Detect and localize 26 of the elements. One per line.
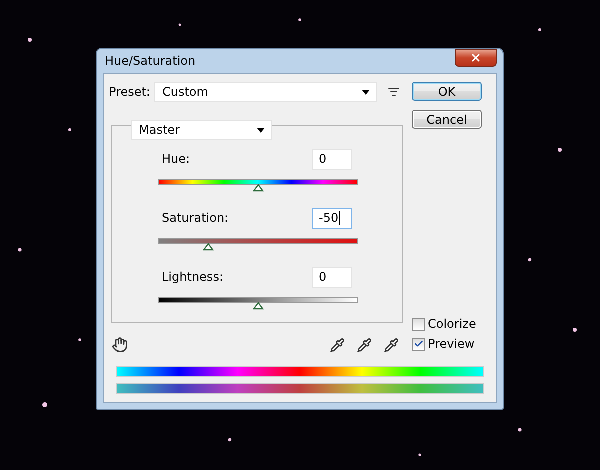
checkbox-box[interactable] [412,338,425,350]
dialog-button[interactable]: Cancel [412,110,482,129]
window-title: Hue/Saturation [104,54,196,68]
close-icon [470,52,482,64]
value-field[interactable]: 0 [312,266,352,288]
dropdown-caret-icon [257,128,265,132]
slider-label: Lightness: [162,270,224,284]
slider-label: Hue: [162,152,190,166]
option-checkbox[interactable]: Preview [412,337,484,351]
value-field[interactable]: 0 [312,148,352,170]
dropdown-caret-icon [362,90,370,94]
slider-control[interactable] [158,238,358,252]
checkbox-box[interactable] [412,318,425,330]
close-button[interactable] [455,49,497,67]
option-checkbox[interactable]: Colorize [412,317,484,331]
preset-label: Preset: [109,85,150,99]
slider-control[interactable] [158,179,358,193]
channel-dropdown[interactable]: Master [131,120,272,140]
slider-control[interactable] [158,297,358,311]
hand-icon[interactable] [112,337,128,353]
slider-label: Saturation: [162,211,229,225]
dialog-button[interactable]: OK [412,82,482,101]
preset-options-icon[interactable] [388,86,400,98]
eyedropper-icon[interactable] [330,338,345,352]
preset-dropdown[interactable]: Custom [154,82,378,102]
value-field[interactable]: -50 [312,208,352,228]
